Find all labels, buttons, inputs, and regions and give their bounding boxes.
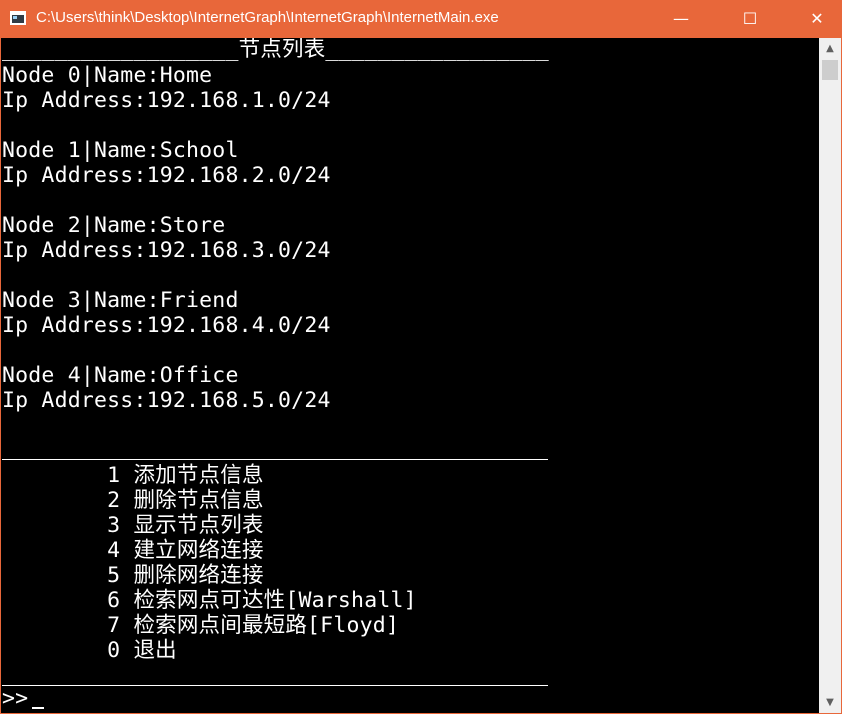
console-window: C:\Users\think\Desktop\InternetGraph\Int… xyxy=(0,0,842,714)
node-4-title: Node 4|Name:Office xyxy=(2,363,239,388)
minimize-button[interactable]: — xyxy=(658,0,704,38)
node-3-ip: Ip Address:192.168.4.0/24 xyxy=(2,313,331,338)
menu-item-3: 3 显示节点列表 xyxy=(2,513,264,538)
title-bar[interactable]: C:\Users\think\Desktop\InternetGraph\Int… xyxy=(0,0,842,38)
menu-item-4: 4 建立网络连接 xyxy=(2,538,264,563)
node-list-header: __________________节点列表_________________ xyxy=(2,38,549,62)
window-title: C:\Users\think\Desktop\InternetGraph\Int… xyxy=(36,9,499,26)
menu-bottom-divider xyxy=(2,685,548,686)
node-4-ip: Ip Address:192.168.5.0/24 xyxy=(2,388,331,413)
menu-item-6: 6 检索网点可达性[Warshall] xyxy=(2,588,417,613)
menu-item-0: 0 退出 xyxy=(2,638,177,663)
close-button[interactable]: ✕ xyxy=(794,0,840,38)
node-2-title: Node 2|Name:Store xyxy=(2,213,226,238)
node-0-ip: Ip Address:192.168.1.0/24 xyxy=(2,88,331,113)
console-output[interactable]: __________________节点列表_________________ … xyxy=(1,38,819,713)
node-3-title: Node 3|Name:Friend xyxy=(2,288,239,313)
menu-item-2: 2 删除节点信息 xyxy=(2,488,264,513)
node-1-ip: Ip Address:192.168.2.0/24 xyxy=(2,163,331,188)
menu-top-divider xyxy=(2,459,548,460)
text-cursor xyxy=(32,707,44,709)
input-prompt[interactable]: >> xyxy=(2,686,28,711)
menu-item-5: 5 删除网络连接 xyxy=(2,563,264,588)
menu-item-1: 1 添加节点信息 xyxy=(2,463,264,488)
console-app-icon xyxy=(10,11,26,25)
node-2-ip: Ip Address:192.168.3.0/24 xyxy=(2,238,331,263)
vertical-scrollbar[interactable]: ▲ ▼ xyxy=(819,38,841,713)
maximize-button[interactable]: ☐ xyxy=(727,0,773,38)
node-1-title: Node 1|Name:School xyxy=(2,138,239,163)
scroll-down-arrow-icon[interactable]: ▼ xyxy=(819,692,841,713)
menu-item-7: 7 检索网点间最短路[Floyd] xyxy=(2,613,400,638)
node-0-title: Node 0|Name:Home xyxy=(2,63,213,88)
scrollbar-thumb[interactable] xyxy=(822,60,838,80)
scroll-up-arrow-icon[interactable]: ▲ xyxy=(819,38,841,59)
